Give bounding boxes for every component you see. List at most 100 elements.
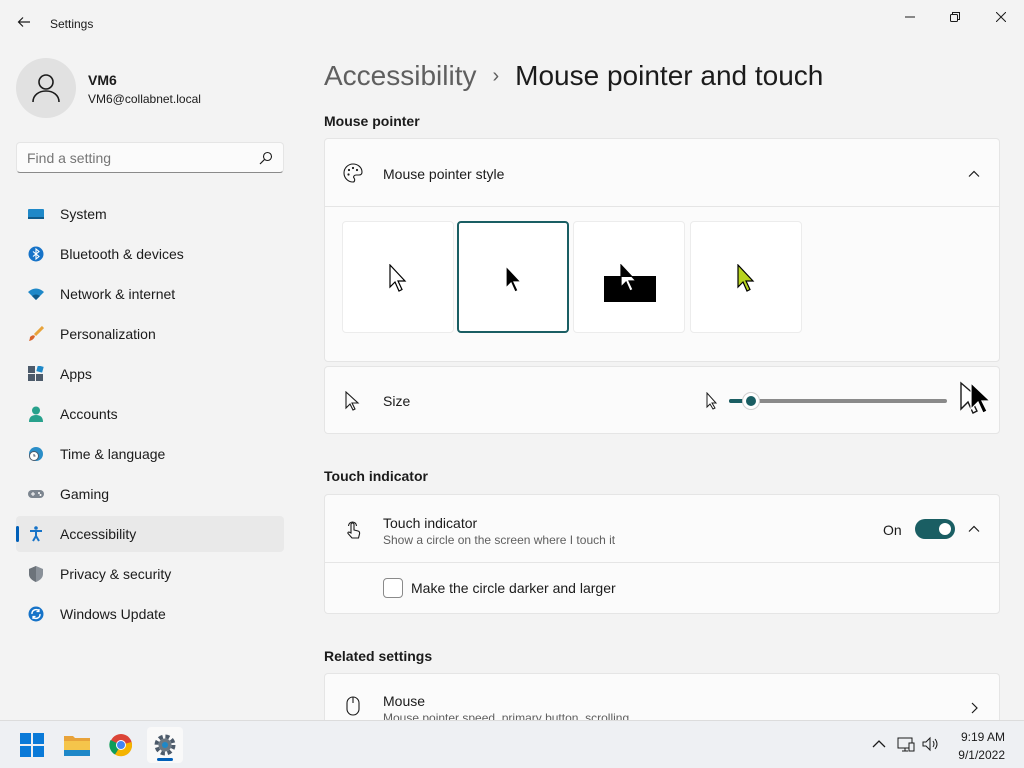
sidebar-item-bluetooth[interactable]: Bluetooth & devices [16, 236, 284, 272]
small-pointer-icon [706, 392, 718, 410]
wifi-icon [28, 288, 44, 300]
breadcrumb: Accessibility › Mouse pointer and touch [324, 58, 823, 94]
custom-color-pointer-icon [737, 264, 755, 292]
clock-date[interactable]: 9/1/2022 [958, 748, 1005, 762]
settings-icon [154, 734, 176, 756]
toggle-state-label: On [883, 522, 902, 538]
pointer-size-slider[interactable] [729, 392, 947, 410]
start-icon [20, 733, 44, 757]
sidebar-item-accounts[interactable]: Accounts [16, 396, 284, 432]
section-title-mouse-pointer: Mouse pointer [324, 113, 420, 129]
sidebar-item-label: Apps [60, 366, 92, 382]
touch-indicator-label: Touch indicator [383, 515, 478, 531]
pointer-size-card: Size [324, 366, 1000, 434]
sidebar-item-accessibility[interactable]: Accessibility [16, 516, 284, 552]
touch-indicator-toggle[interactable] [915, 519, 955, 539]
breadcrumb-parent-link[interactable]: Accessibility [324, 60, 476, 92]
touch-gesture-icon [347, 521, 361, 539]
chevron-up-icon[interactable] [967, 522, 981, 536]
sidebar-item-label: Gaming [60, 486, 110, 502]
black-pointer-icon [505, 265, 523, 293]
taskbar: 9:19 AM 9/1/2022 [0, 720, 1024, 768]
brush-icon [29, 326, 44, 341]
sidebar-item-privacy[interactable]: Privacy & security [16, 556, 284, 592]
sidebar-item-label: Accessibility [60, 526, 137, 542]
sidebar-item-apps[interactable]: Apps [16, 356, 284, 392]
taskbar-file-explorer[interactable] [59, 727, 95, 763]
system-icon [28, 209, 44, 219]
related-mouse-card[interactable]: Mouse Mouse pointer speed, primary butto… [324, 673, 1000, 720]
touch-indicator-description: Show a circle on the screen where I touc… [383, 533, 616, 547]
chevron-up-icon[interactable] [967, 167, 981, 181]
active-app-indicator [157, 758, 173, 761]
mouse-pointer-style-card: Mouse pointer style [324, 138, 1000, 362]
sidebar-item-system[interactable]: System [16, 196, 284, 232]
mouse-pointer-style-header[interactable]: Mouse pointer style [325, 139, 999, 207]
toggle-knob [939, 523, 951, 535]
palette-icon [343, 163, 363, 183]
close-icon [996, 12, 1006, 22]
chevron-right-icon [971, 702, 978, 714]
sidebar-item-label: Privacy & security [60, 566, 172, 582]
sidebar-item-label: Network & internet [60, 286, 176, 302]
taskbar-chrome[interactable] [103, 727, 139, 763]
size-label: Size [383, 393, 411, 409]
mouse-icon [346, 696, 360, 716]
white-pointer-icon [389, 264, 407, 292]
pointer-style-custom[interactable] [690, 221, 802, 333]
volume-icon[interactable] [922, 735, 940, 753]
back-button[interactable] [12, 10, 36, 34]
bluetooth-icon [28, 246, 44, 262]
pointer-icon [345, 391, 360, 411]
accessibility-icon [30, 526, 42, 542]
mouse-pointer-style-label: Mouse pointer style [383, 166, 505, 182]
title-bar: Settings [0, 0, 1024, 48]
shield-icon [29, 566, 43, 582]
darker-circle-checkbox[interactable] [383, 578, 403, 598]
darker-circle-label: Make the circle darker and larger [411, 580, 616, 596]
user-icon [32, 74, 60, 103]
profile-name: VM6 [88, 72, 117, 88]
minimize-button[interactable] [899, 6, 921, 28]
network-icon[interactable] [897, 735, 915, 753]
pointer-style-white[interactable] [342, 221, 454, 333]
sidebar-item-time-language[interactable]: Time & language [16, 436, 284, 472]
pointer-style-black[interactable] [457, 221, 569, 333]
start-button[interactable] [14, 727, 50, 763]
sidebar-nav: System Bluetooth & devices Network & int… [16, 196, 284, 636]
section-title-related-settings: Related settings [324, 648, 433, 664]
taskbar-settings[interactable] [147, 727, 183, 763]
accounts-icon [29, 406, 43, 422]
inverted-pointer-icon [620, 264, 638, 292]
slider-thumb[interactable] [742, 392, 760, 410]
large-pointer-icon [960, 381, 991, 414]
sidebar-item-network[interactable]: Network & internet [16, 276, 284, 312]
update-icon [28, 606, 44, 622]
profile-email: VM6@collabnet.local [88, 92, 201, 106]
restore-button[interactable] [944, 6, 966, 28]
search-icon [259, 151, 273, 165]
clock-time[interactable]: 9:19 AM [961, 730, 1005, 744]
sidebar-item-gaming[interactable]: Gaming [16, 476, 284, 512]
avatar [16, 58, 76, 118]
close-button[interactable] [990, 6, 1012, 28]
touch-indicator-card: Touch indicator Show a circle on the scr… [324, 494, 1000, 614]
pointer-style-inverted[interactable] [573, 221, 685, 333]
section-title-touch-indicator: Touch indicator [324, 468, 428, 484]
file-explorer-icon [64, 736, 90, 756]
sidebar-item-personalization[interactable]: Personalization [16, 316, 284, 352]
related-mouse-label: Mouse [383, 693, 426, 709]
chevron-up-tray-icon[interactable] [870, 735, 888, 753]
touch-indicator-row: Touch indicator Show a circle on the scr… [325, 495, 999, 563]
search-box[interactable] [16, 142, 284, 173]
window-title: Settings [50, 17, 94, 31]
chrome-icon [109, 734, 133, 757]
gamepad-icon [28, 490, 44, 498]
related-mouse-description: Mouse pointer speed, primary button, scr… [383, 711, 630, 720]
search-input[interactable] [27, 150, 247, 166]
sidebar-item-label: Windows Update [60, 606, 166, 622]
sidebar-item-windows-update[interactable]: Windows Update [16, 596, 284, 632]
breadcrumb-separator: › [492, 64, 500, 87]
sidebar-item-label: Bluetooth & devices [60, 246, 184, 262]
user-profile[interactable]: VM6 VM6@collabnet.local [16, 58, 284, 118]
